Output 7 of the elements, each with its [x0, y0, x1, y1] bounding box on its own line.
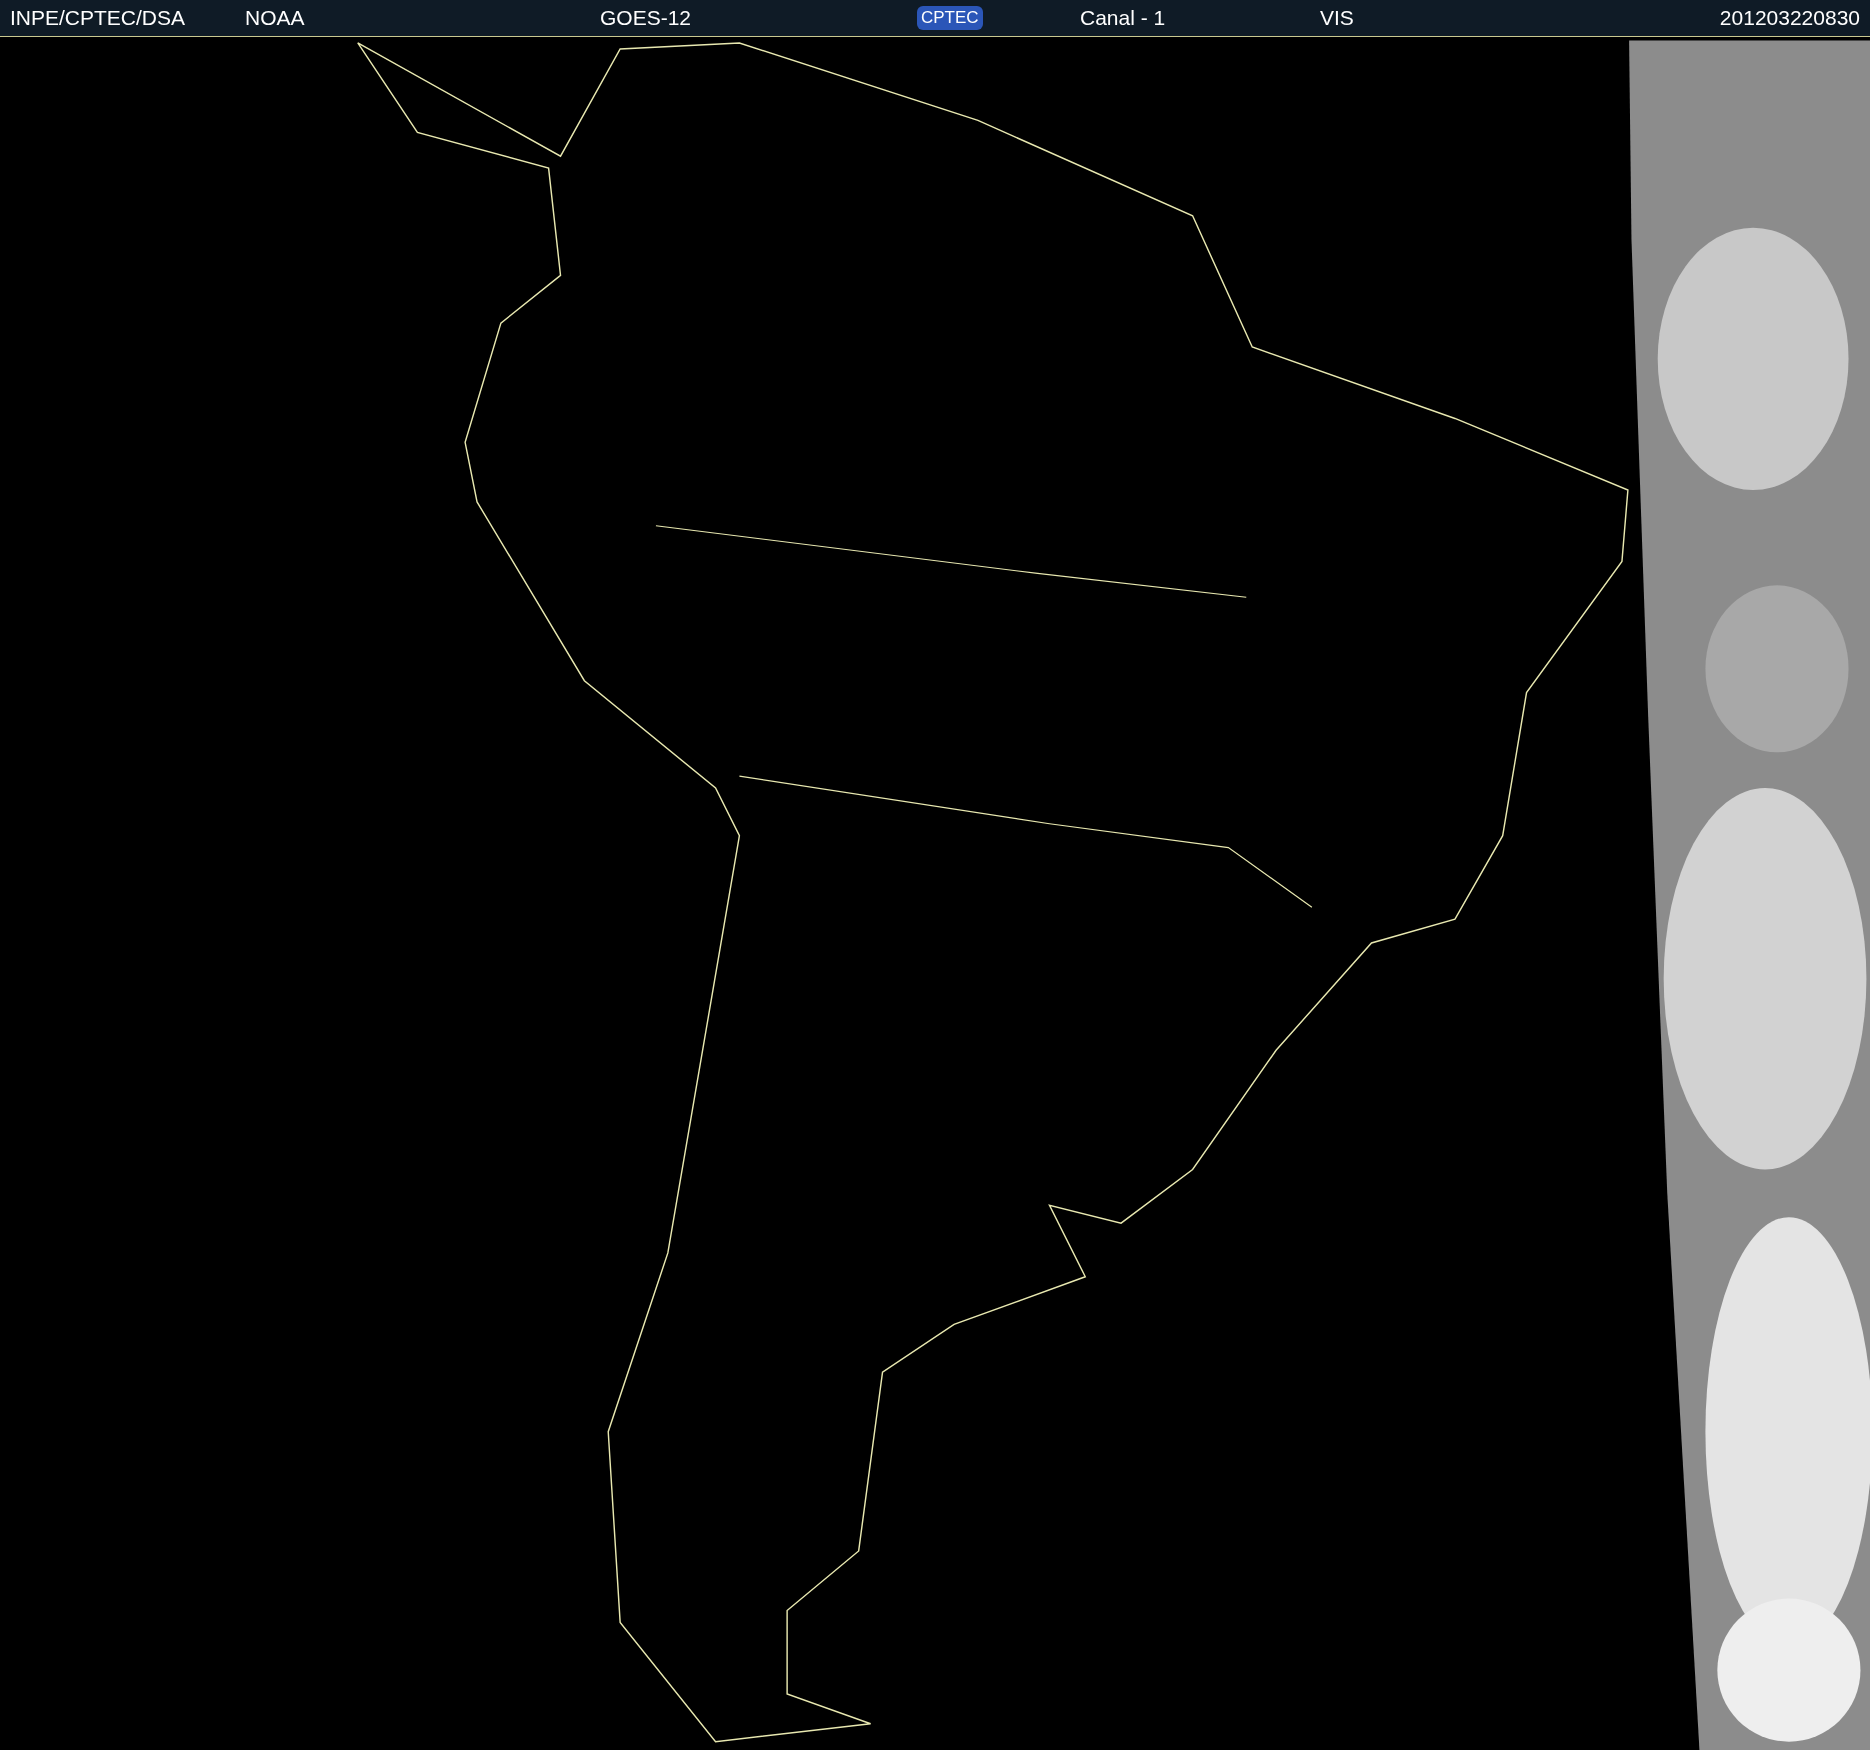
- channel-label: Canal - 1: [1080, 6, 1167, 30]
- source-label: INPE/CPTEC/DSA: [10, 6, 187, 30]
- agency-label: NOAA: [245, 6, 306, 30]
- logo: CPTEC: [917, 6, 983, 30]
- band-label: VIS: [1320, 6, 1355, 30]
- satellite-label: GOES-12: [600, 6, 693, 30]
- timestamp: 201203220830: [1719, 6, 1861, 30]
